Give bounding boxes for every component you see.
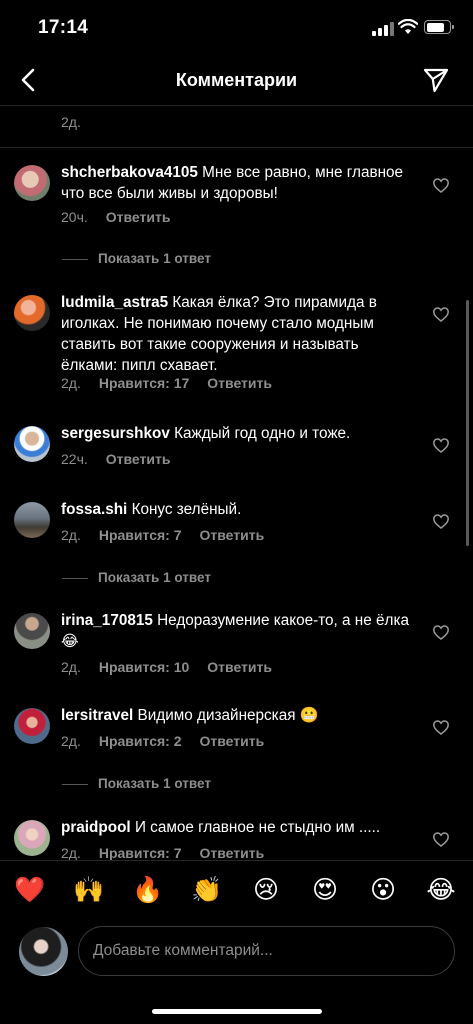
comment-username[interactable]: irina_170815 (61, 612, 153, 629)
comment-text: lersitravel Видимо дизайнерская 😬 (61, 705, 413, 726)
wifi-icon (398, 19, 418, 34)
battery-icon (424, 20, 454, 34)
comment-time: 2д. (61, 527, 81, 543)
comment-text: praidpool И самое главное не стыдно им .… (61, 817, 413, 838)
comment-time: 2д. (61, 659, 81, 675)
reply-button[interactable]: Ответить (207, 659, 272, 675)
comment-meta: 2д. Нравится: 17 Ответить (61, 375, 290, 391)
nav-header: Комментарии (0, 56, 473, 106)
reply-button[interactable]: Ответить (106, 451, 171, 467)
comments-feed[interactable]: 2д. shcherbakova4105 Мне все равно, мне … (0, 107, 473, 860)
comment-body: Видимо дизайнерская 😬 (137, 707, 319, 724)
heart-icon[interactable] (433, 720, 449, 735)
emoji-heart-eyes-button[interactable]: 😍 (309, 874, 341, 906)
comment-meta: 20ч. Ответить (61, 209, 188, 225)
heart-icon[interactable] (433, 625, 449, 640)
comment-meta: 2д. (61, 114, 99, 130)
comment-username[interactable]: ludmila_astra5 (61, 294, 168, 311)
avatar[interactable] (14, 708, 50, 744)
heart-icon[interactable] (433, 307, 449, 322)
comment-body: И самое главное не стыдно им ..... (134, 819, 381, 836)
emoji-heart-button[interactable]: ❤️ (14, 874, 46, 906)
comment-username[interactable]: shcherbakova4105 (61, 164, 198, 181)
home-indicator[interactable] (152, 1009, 322, 1014)
emoji-raised-hands-button[interactable]: 🙌 (73, 874, 105, 906)
comment-time: 2д. (61, 114, 81, 130)
comment-text: ludmila_astra5 Какая ёлка? Это пирамида … (61, 292, 413, 376)
comment-username[interactable]: lersitravel (61, 707, 133, 724)
comment-time: 22ч. (61, 451, 88, 467)
avatar[interactable] (14, 502, 50, 538)
status-bar: 17:14 (0, 0, 473, 56)
avatar[interactable] (14, 295, 50, 331)
emoji-surprised-button[interactable]: 😮 (367, 874, 399, 906)
comment-meta: 22ч. Ответить (61, 451, 188, 467)
heart-icon[interactable] (433, 832, 449, 847)
reply-button[interactable]: Ответить (200, 845, 265, 860)
comment-body: Конус зелёный. (131, 501, 242, 518)
emoji-bar: ❤️ 🙌 🔥 👏 😢 😍 😮 😂 (0, 870, 473, 910)
reply-button[interactable]: Ответить (200, 733, 265, 749)
emoji-cry-button[interactable]: 😢 (250, 874, 282, 906)
comment-time: 2д. (61, 375, 81, 391)
show-replies-button[interactable]: Показать 1 ответ (62, 570, 211, 585)
comment-username[interactable]: fossa.shi (61, 501, 127, 518)
user-avatar[interactable] (19, 927, 68, 976)
comment-time: 20ч. (61, 209, 88, 225)
page-title: Комментарии (175, 70, 298, 90)
likes-count[interactable]: Нравится: 7 (99, 527, 182, 543)
likes-count[interactable]: Нравится: 7 (99, 845, 182, 860)
show-replies-label: Показать 1 ответ (98, 251, 211, 266)
reply-button[interactable]: Ответить (106, 209, 171, 225)
avatar[interactable] (14, 165, 50, 201)
likes-count[interactable]: Нравится: 2 (99, 733, 182, 749)
comment-time: 2д. (61, 733, 81, 749)
divider (0, 147, 473, 148)
comment-meta: 2д. Нравится: 2 Ответить (61, 733, 282, 749)
likes-count[interactable]: Нравится: 17 (99, 375, 189, 391)
comment-input[interactable]: Добавьте комментарий... (78, 926, 455, 976)
avatar[interactable] (14, 426, 50, 462)
show-replies-button[interactable]: Показать 1 ответ (62, 251, 211, 266)
comment-text: fossa.shi Конус зелёный. (61, 499, 413, 520)
avatar[interactable] (14, 613, 50, 649)
status-time: 17:14 (38, 17, 89, 38)
scrollbar[interactable] (466, 300, 469, 546)
comment-time: 2д. (61, 845, 81, 860)
emoji-laugh-button[interactable]: 😂 (425, 874, 457, 906)
comment-body: Каждый год одно и тоже. (174, 425, 351, 442)
reply-button[interactable]: Ответить (207, 375, 272, 391)
show-replies-label: Показать 1 ответ (98, 776, 211, 791)
reply-button[interactable]: Ответить (200, 527, 265, 543)
show-replies-button[interactable]: Показать 1 ответ (62, 776, 211, 791)
paper-plane-icon[interactable] (422, 66, 450, 94)
avatar[interactable] (14, 820, 50, 856)
battery-level (426, 22, 445, 32)
comment-username[interactable]: sergesurshkov (61, 425, 170, 442)
cellular-signal-icon (372, 22, 394, 36)
divider (0, 860, 473, 861)
likes-count[interactable]: Нравится: 10 (99, 659, 189, 675)
show-replies-label: Показать 1 ответ (98, 570, 211, 585)
comment-input-placeholder: Добавьте комментарий... (93, 942, 273, 959)
comment-meta: 2д. Нравится: 10 Ответить (61, 659, 290, 675)
emoji-clap-button[interactable]: 👏 (191, 874, 223, 906)
heart-icon[interactable] (433, 514, 449, 529)
comment-text: irina_170815 Недоразумение какое-то, а н… (61, 610, 413, 652)
heart-icon[interactable] (433, 438, 449, 453)
emoji-fire-button[interactable]: 🔥 (132, 874, 164, 906)
comment-meta: 2д. Нравится: 7 Ответить (61, 845, 282, 860)
comment-meta: 2д. Нравится: 7 Ответить (61, 527, 282, 543)
comment-text: shcherbakova4105 Мне все равно, мне глав… (61, 162, 413, 204)
comment-username[interactable]: praidpool (61, 819, 131, 836)
heart-icon[interactable] (433, 178, 449, 193)
comment-text: sergesurshkov Каждый год одно и тоже. (61, 423, 413, 444)
